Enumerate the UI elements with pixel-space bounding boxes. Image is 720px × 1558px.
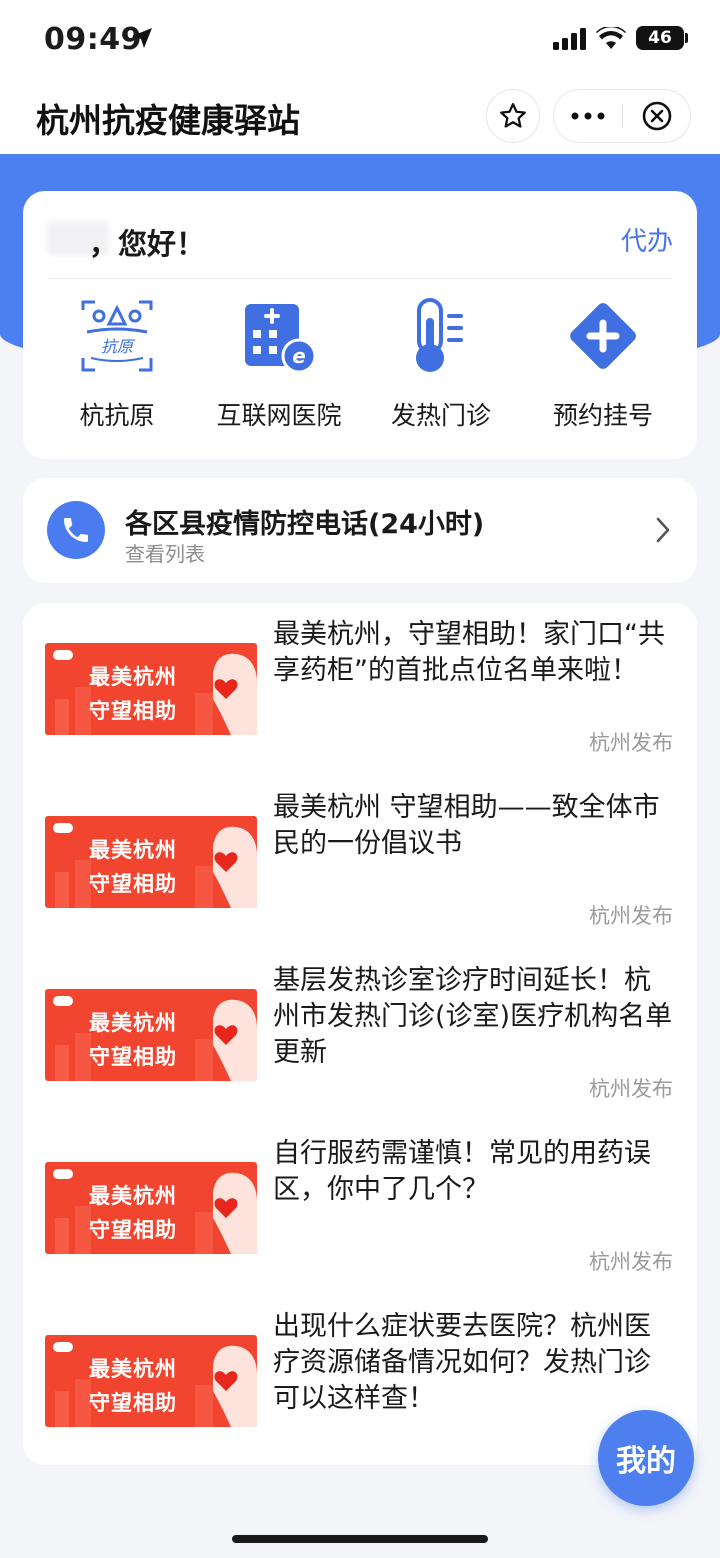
thumbnail-dots [53, 996, 73, 1006]
appointment-cross-icon [570, 303, 636, 369]
service-internet-hospital[interactable]: e 互联网医院 [199, 296, 359, 446]
thumbnail-dots [53, 650, 73, 660]
news-title: 最美杭州，守望相助！家门口“共享药柜”的首批点位名单来啦！ [273, 619, 665, 686]
capsule-menu [553, 89, 691, 143]
news-title: 最美杭州 守望相助——致全体市民的一份倡议书 [273, 792, 660, 859]
hangkangyuan-icon: 抗原 [81, 300, 153, 372]
page-title: 杭州抗疫健康驿站 [36, 101, 300, 140]
news-thumbnail: 最美杭州 守望相助 [45, 989, 257, 1081]
chevron-right-icon [656, 517, 670, 543]
service-label: 预约挂号 [552, 401, 653, 430]
news-source: 杭州发布 [589, 1077, 673, 1101]
internet-hospital-icon: e [245, 304, 317, 374]
news-item[interactable]: 最美杭州 守望相助 基层发热诊室诊疗时间延长！杭州市发热门诊(诊室)医疗机构名单… [23, 949, 697, 1122]
wifi-icon [596, 27, 626, 49]
more-dots-icon [571, 112, 605, 120]
service-label: 互联网医院 [216, 401, 342, 430]
close-button[interactable] [623, 90, 691, 142]
news-title: 基层发热诊室诊疗时间延长！杭州市发热门诊(诊室)医疗机构名单更新 [273, 965, 673, 1068]
location-arrow-icon [132, 28, 152, 48]
thumbnail-line1: 最美杭州 [89, 1357, 177, 1381]
thumbnail-line1: 最美杭州 [89, 1184, 177, 1208]
news-item[interactable]: 最美杭州 守望相助 出现什么症状要去医院？杭州医疗资源储备情况如何？发热门诊可以… [23, 1295, 697, 1465]
greeting-text: ，您好！ [89, 227, 206, 261]
phone-icon [47, 501, 105, 559]
news-thumbnail: 最美杭州 守望相助 [45, 1162, 257, 1254]
clock: 09:49 [44, 22, 142, 57]
news-title: 自行服药需谨慎！常见的用药误区，你中了几个？ [273, 1138, 651, 1205]
hotline-title: 各区县疫情防控电话(24小时) [125, 509, 485, 540]
news-thumbnail: 最美杭州 守望相助 [45, 1335, 257, 1427]
news-source: 杭州发布 [589, 731, 673, 755]
thumbnail-dots [53, 823, 73, 833]
cellular-signal-icon [553, 28, 586, 50]
proxy-link[interactable]: 代办 [621, 221, 673, 258]
thumbnail-line2: 守望相助 [89, 1391, 177, 1415]
battery-tip [685, 33, 688, 43]
battery-indicator: 46 [636, 26, 684, 50]
status-bar: 09:49 46 [0, 0, 720, 78]
service-appointment[interactable]: 预约挂号 [523, 296, 683, 446]
thumbnail-line2: 守望相助 [89, 1045, 177, 1069]
news-thumbnail: 最美杭州 守望相助 [45, 816, 257, 908]
news-source: 杭州发布 [589, 904, 673, 928]
svg-text:e: e [292, 344, 306, 368]
services-card: ，您好！ 代办 抗原 杭抗原 e 互联网医院 发热门诊 预约挂号 [23, 191, 697, 459]
service-label: 发热门诊 [390, 401, 491, 430]
thumbnail-line1: 最美杭州 [89, 838, 177, 862]
hotline-card[interactable]: 各区县疫情防控电话(24小时) 查看列表 [23, 478, 697, 583]
favorite-button[interactable] [486, 89, 540, 143]
card-divider [47, 278, 673, 279]
news-source: 杭州发布 [589, 1250, 673, 1274]
thumbnail-line2: 守望相助 [89, 872, 177, 896]
home-indicator[interactable] [232, 1535, 488, 1543]
hotline-subtitle: 查看列表 [125, 542, 205, 566]
star-icon [500, 103, 526, 128]
thumbnail-line1: 最美杭州 [89, 1011, 177, 1035]
thermometer-icon [416, 298, 463, 372]
news-title: 出现什么症状要去医院？杭州医疗资源储备情况如何？发热门诊可以这样查！ [273, 1311, 651, 1414]
news-thumbnail: 最美杭州 守望相助 [45, 643, 257, 735]
news-item[interactable]: 最美杭州 守望相助 最美杭州 守望相助——致全体市民的一份倡议书 杭州发布 [23, 776, 697, 949]
thumbnail-dots [53, 1342, 73, 1352]
service-hangkangyuan[interactable]: 抗原 杭抗原 [37, 296, 197, 446]
svg-text:抗原: 抗原 [101, 337, 136, 356]
news-item[interactable]: 最美杭州 守望相助 自行服药需谨慎！常见的用药误区，你中了几个？ 杭州发布 [23, 1122, 697, 1295]
thumbnail-line2: 守望相助 [89, 1218, 177, 1242]
news-item[interactable]: 最美杭州 守望相助 最美杭州，守望相助！家门口“共享药柜”的首批点位名单来啦！ … [23, 603, 697, 776]
close-circle-icon [642, 101, 672, 131]
service-fever-clinic[interactable]: 发热门诊 [361, 296, 521, 446]
more-button[interactable] [554, 90, 622, 142]
mini-program-nav-bar: 杭州抗疫健康驿站 [0, 78, 720, 154]
thumbnail-line1: 最美杭州 [89, 665, 177, 689]
service-label: 杭抗原 [79, 401, 155, 430]
thumbnail-dots [53, 1169, 73, 1179]
mine-floating-button[interactable]: 我的 [598, 1410, 694, 1506]
thumbnail-line2: 守望相助 [89, 699, 177, 723]
news-list: 最美杭州 守望相助 最美杭州，守望相助！家门口“共享药柜”的首批点位名单来啦！ … [23, 603, 697, 1465]
